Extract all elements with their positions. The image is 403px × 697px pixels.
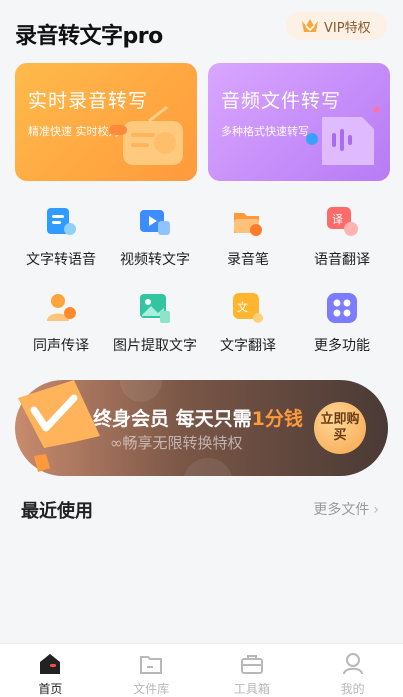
toolbox-icon bbox=[240, 655, 263, 674]
tool-voice-translate[interactable]: 译 语音翻译 bbox=[292, 205, 392, 269]
nav-label: 首页 bbox=[38, 682, 63, 696]
video-to-text-icon bbox=[140, 210, 170, 235]
audio-file-card[interactable]: 音频文件转写 多种格式快速转写 bbox=[208, 63, 390, 181]
tool-video-to-text[interactable]: 视频转文字 bbox=[105, 205, 205, 269]
vip-label: VIP特权 bbox=[324, 20, 371, 36]
svg-text:译: 译 bbox=[332, 213, 343, 226]
voice-translate-icon: 译 bbox=[327, 207, 358, 236]
text-to-speech-icon bbox=[47, 208, 76, 235]
tool-label: 更多功能 bbox=[314, 338, 370, 354]
home-icon bbox=[40, 654, 61, 674]
tool-recorder[interactable]: 录音笔 bbox=[198, 205, 298, 269]
user-icon bbox=[342, 653, 363, 675]
decor-circle bbox=[183, 458, 233, 476]
app-title: 录音转文字pro bbox=[15, 24, 163, 49]
simultaneous-interpret-icon bbox=[47, 294, 76, 321]
tool-label: 图片提取文字 bbox=[113, 338, 197, 354]
tool-label: 录音笔 bbox=[227, 252, 269, 268]
vip-crown-icon bbox=[302, 19, 318, 32]
tool-simultaneous-interpret[interactable]: 同声传译 bbox=[11, 291, 111, 355]
nav-label: 文件库 bbox=[133, 682, 170, 696]
realtime-record-card[interactable]: 实时录音转写 精准快速 实时校对 bbox=[15, 63, 197, 181]
hero-subtitle: 多种格式快速转写 bbox=[221, 125, 309, 138]
tool-more-features[interactable]: 更多功能 bbox=[292, 291, 392, 355]
buy-now-button[interactable]: 立即购买 bbox=[314, 402, 366, 454]
image-ocr-icon bbox=[140, 294, 170, 323]
recent-section-title: 最近使用 bbox=[21, 501, 93, 522]
checkmark-badge-icon bbox=[18, 380, 100, 472]
tool-text-translate[interactable]: 文 文字翻译 bbox=[198, 291, 298, 355]
folder-icon bbox=[140, 656, 163, 674]
tool-image-ocr[interactable]: 图片提取文字 bbox=[105, 291, 205, 355]
banner-title-prefix: 终身会员 每天只需 bbox=[93, 408, 252, 430]
banner-title-highlight: 1分钱 bbox=[251, 408, 303, 430]
radio-illustration-icon bbox=[109, 105, 183, 165]
tool-label: 文字转语音 bbox=[26, 252, 96, 268]
banner-subtitle: ∞畅享无限转换特权 bbox=[110, 434, 243, 452]
more-features-icon bbox=[327, 293, 357, 323]
svg-text:文: 文 bbox=[237, 300, 248, 314]
tool-label: 文字翻译 bbox=[220, 338, 276, 354]
text-translate-icon: 文 bbox=[233, 293, 263, 323]
nav-label: 工具箱 bbox=[233, 682, 270, 696]
decor-circle bbox=[120, 380, 162, 402]
audio-file-illustration-icon bbox=[306, 105, 380, 165]
header: 录音转文字pro VIP特权 bbox=[0, 0, 403, 56]
tool-label: 同声传译 bbox=[33, 338, 89, 354]
banner-title: 终身会员 每天只需1分钱 bbox=[93, 404, 303, 431]
nav-profile[interactable]: 我的 bbox=[302, 644, 403, 697]
tool-label: 语音翻译 bbox=[314, 252, 370, 268]
tool-label: 视频转文字 bbox=[120, 252, 190, 268]
hero-subtitle: 精准快速 实时校对 bbox=[28, 125, 120, 138]
nav-files[interactable]: 文件库 bbox=[101, 644, 202, 697]
bottom-nav: 首页 文件库 工具箱 我的 bbox=[0, 643, 403, 697]
nav-home[interactable]: 首页 bbox=[0, 644, 101, 697]
recorder-icon bbox=[234, 213, 262, 236]
nav-toolbox[interactable]: 工具箱 bbox=[202, 644, 303, 697]
more-files-label: 更多文件 bbox=[313, 502, 370, 518]
tool-text-to-speech[interactable]: 文字转语音 bbox=[11, 205, 111, 269]
chevron-right-icon: › bbox=[373, 502, 379, 518]
vip-button[interactable]: VIP特权 bbox=[286, 12, 387, 40]
nav-label: 我的 bbox=[340, 682, 365, 696]
more-files-link[interactable]: 更多文件 › bbox=[313, 499, 379, 519]
